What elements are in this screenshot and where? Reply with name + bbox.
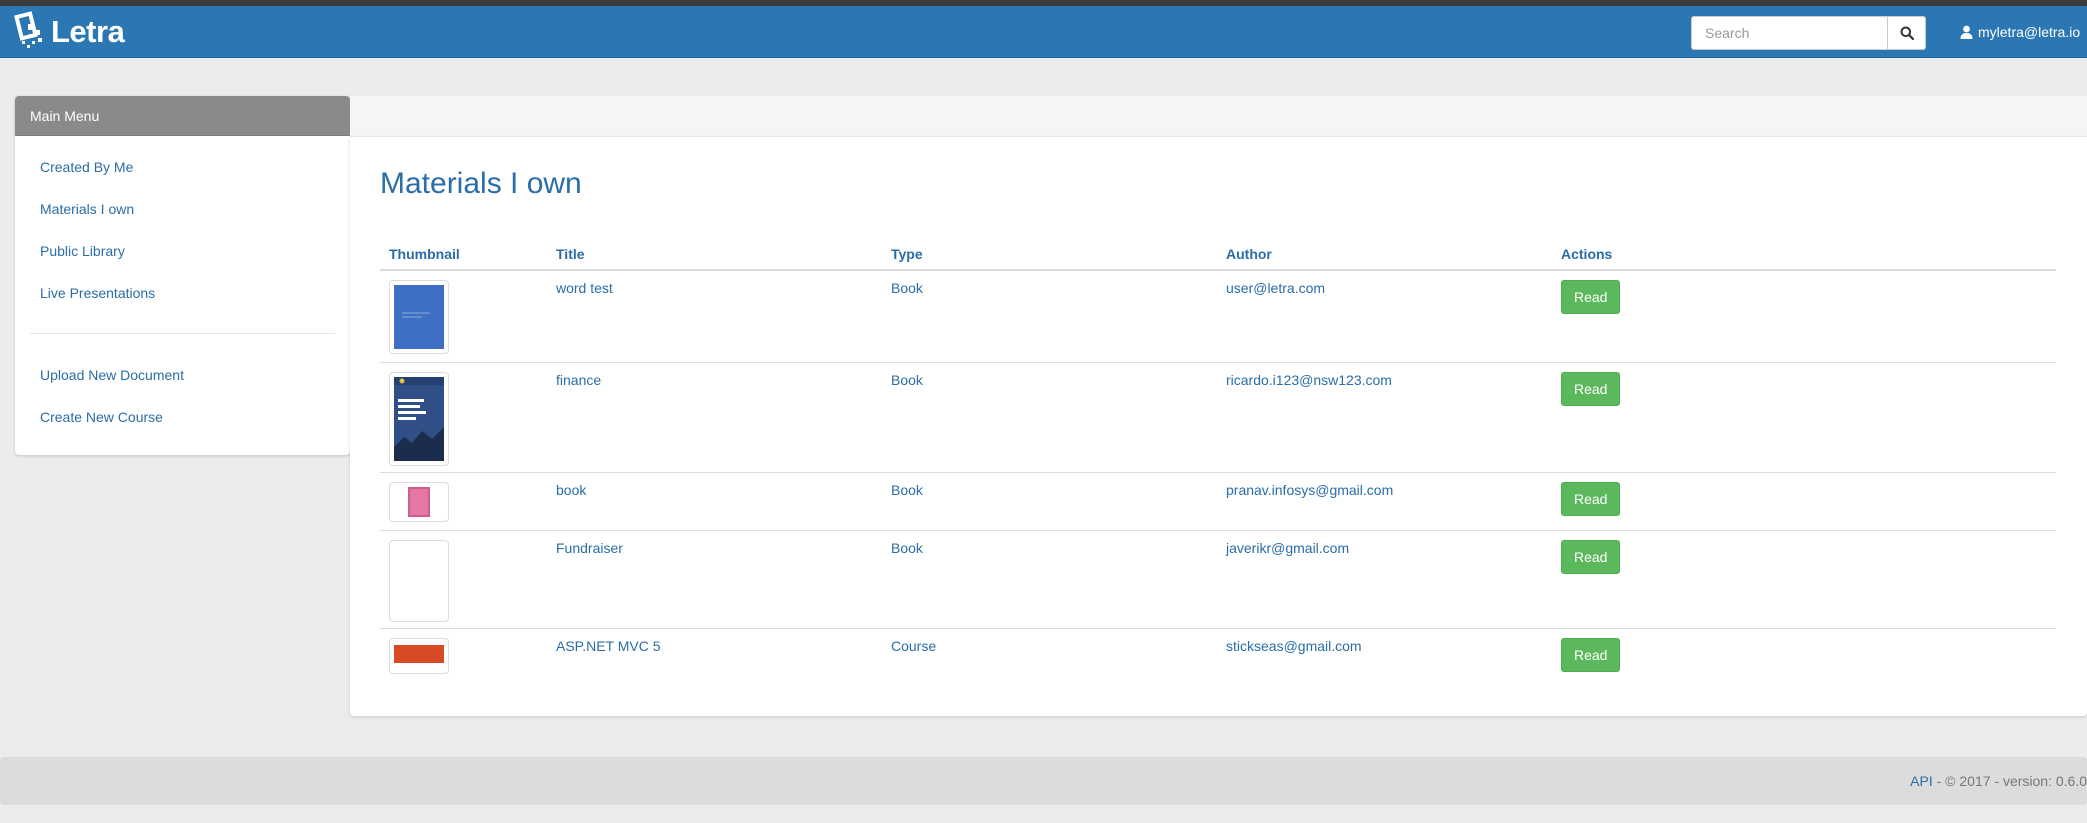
search-button[interactable] [1887,16,1926,50]
menu-divider [30,333,335,334]
search-icon [1900,26,1914,40]
column-header-type: Type [882,238,1217,271]
thumbnail-aspnet-mvc-5[interactable] [389,637,449,674]
column-header-actions: Actions [1552,238,2056,271]
menu-item-upload-new-document[interactable]: Upload New Document [15,354,350,396]
thumbnail-finance[interactable] [389,371,449,466]
main-menu-heading: Main Menu [15,96,350,136]
row-title[interactable]: word test [547,270,882,363]
row-title[interactable]: Fundraiser [547,530,882,629]
page-title: Materials I own [380,167,582,200]
main-menu-panel: Main Menu Created By Me Materials I own … [15,96,350,455]
footer-copyright: - © 2017 - version: 0.6.0 [1932,773,2087,789]
row-author: ricardo.i123@nsw123.com [1217,362,1552,473]
table-row: finance Book ricardo.i123@nsw123.com Rea… [380,362,2056,473]
menu-item-created-by-me[interactable]: Created By Me [15,146,350,188]
top-navbar: Letra myletra@letra.io [0,6,2087,58]
table-row: word test Book user@letra.com Read [380,270,2056,363]
thumbnail-word-test[interactable] [389,280,449,354]
row-author: stickseas@gmail.com [1226,637,1362,654]
orange-cover-thumbnail [394,644,444,663]
row-author: javerikr@gmail.com [1217,530,1552,629]
api-link[interactable]: API [1910,773,1933,789]
table-row: ASP.NET MVC 5 Course stickseas@gmail.com… [380,628,2056,686]
table-row: Fundraiser Book javerikr@gmail.com Read [380,530,2056,629]
search-input[interactable] [1691,16,1887,50]
user-email: myletra@letra.io [1978,24,2081,40]
brand-name: Letra [51,14,125,49]
brand-logo[interactable]: Letra [14,9,125,55]
row-title[interactable]: ASP.NET MVC 5 [547,628,882,686]
finance-cover-thumbnail [394,376,444,461]
pink-cover-thumbnail [408,486,430,517]
row-author: user@letra.com [1217,270,1552,363]
materials-table: Thumbnail Title Type Author Actions word… [380,238,2056,686]
row-type: Book [882,270,1217,363]
footer-text: API - © 2017 - version: 0.6.0 [1910,773,2087,789]
column-header-author: Author [1217,238,1552,271]
table-row: book Book pranav.infosys@gmail.com Read [380,472,2056,531]
read-button[interactable]: Read [1561,280,1621,314]
read-button[interactable]: Read [1561,481,1621,516]
row-type: Book [882,530,1217,629]
letra-logo-icon [14,11,42,48]
row-type: Course [891,637,937,654]
row-type: Book [882,472,1217,531]
row-author: pranav.infosys@gmail.com [1217,472,1552,531]
page-footer: API - © 2017 - version: 0.6.0 [0,757,2087,805]
read-button[interactable]: Read [1561,371,1621,406]
menu-item-public-library[interactable]: Public Library [15,230,350,272]
row-title[interactable]: finance [547,362,882,473]
table-header-row: Thumbnail Title Type Author Actions [380,238,2056,271]
read-button[interactable]: Read [1561,637,1621,672]
user-icon [1960,25,1973,39]
thumbnail-fundraiser[interactable] [389,539,449,622]
search-form [1691,16,1926,50]
menu-item-create-new-course[interactable]: Create New Course [15,396,350,438]
main-content-panel: Materials I own Thumbnail Title Type Aut… [350,137,2087,716]
user-account-link[interactable]: myletra@letra.io [1960,22,2080,42]
read-button[interactable]: Read [1561,539,1621,574]
menu-item-live-presentations[interactable]: Live Presentations [15,272,350,314]
column-header-title: Title [547,238,882,271]
column-header-thumbnail: Thumbnail [380,238,547,271]
menu-item-materials-i-own[interactable]: Materials I own [15,188,350,230]
blank-cover-thumbnail [394,544,444,617]
blue-cover-thumbnail [394,285,444,349]
row-title[interactable]: book [547,472,882,531]
thumbnail-book[interactable] [389,481,449,522]
main-menu-list: Created By Me Materials I own Public Lib… [15,136,350,438]
row-type: Book [882,362,1217,473]
content-header-band [350,96,2087,136]
